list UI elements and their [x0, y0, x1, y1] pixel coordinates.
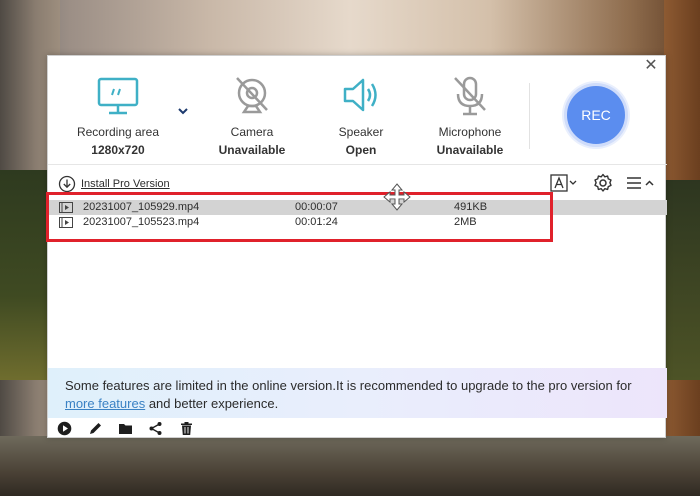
camera-off-icon [236, 77, 268, 114]
upgrade-notice: Some features are limited in the online … [48, 368, 667, 418]
source-value: Unavailable [436, 143, 504, 157]
source-microphone[interactable]: Microphone Unavailable [415, 74, 525, 157]
edit-icon[interactable] [88, 421, 103, 436]
file-duration: 00:00:07 [295, 201, 338, 213]
source-name: Recording area [76, 125, 160, 139]
source-value: Open [345, 143, 377, 157]
file-name: 20231007_105523.mp4 [83, 216, 200, 228]
text-format-icon[interactable] [550, 173, 580, 193]
table-row[interactable]: 20231007_105929.mp4 00:00:07 491KB [48, 200, 667, 215]
background-ground [0, 436, 700, 496]
source-speaker[interactable]: Speaker Open [306, 74, 416, 157]
source-name: Camera [230, 125, 274, 139]
divider [529, 83, 530, 149]
background-trees-left [0, 170, 50, 380]
source-name: Speaker [338, 125, 384, 139]
notice-text-after: and better experience. [145, 396, 279, 411]
settings-icon[interactable] [593, 173, 613, 193]
source-name: Microphone [438, 125, 502, 139]
install-pro-link[interactable]: Install Pro Version [58, 175, 170, 193]
source-recording-area[interactable]: Recording area 1280x720 [63, 74, 173, 157]
source-camera[interactable]: Camera Unavailable [197, 74, 307, 157]
delete-icon[interactable] [179, 421, 194, 436]
file-duration: 00:01:24 [295, 216, 338, 228]
source-value: 1280x720 [91, 143, 145, 157]
speaker-icon [343, 78, 377, 112]
recording-list: 20231007_105929.mp4 00:00:07 491KB 20231… [48, 198, 667, 368]
source-panel: Recording area 1280x720 Camera Unavailab… [48, 56, 667, 164]
bottom-toolbar [48, 418, 667, 439]
chevron-down-icon[interactable] [176, 104, 190, 118]
list-toolbar: Install Pro Version [48, 164, 667, 198]
video-file-icon [59, 202, 73, 213]
rec-button[interactable]: REC [567, 86, 625, 144]
play-icon[interactable] [57, 421, 72, 436]
source-value: Unavailable [218, 143, 286, 157]
file-size: 491KB [454, 201, 488, 213]
menu-icon[interactable] [625, 173, 657, 193]
file-name: 20231007_105929.mp4 [83, 201, 200, 213]
background-trees-right [664, 180, 700, 380]
move-cursor-icon [383, 183, 411, 211]
download-icon [58, 175, 76, 193]
share-icon[interactable] [148, 421, 163, 436]
recorder-window: ✕ Recording area 1280x720 Camera Unavail… [46, 55, 667, 439]
file-size: 2MB [454, 216, 477, 228]
notice-text: Some features are limited in the online … [65, 378, 632, 393]
install-pro-label: Install Pro Version [81, 178, 170, 190]
table-row[interactable]: 20231007_105523.mp4 00:01:24 2MB [48, 215, 667, 230]
video-file-icon [59, 217, 73, 228]
folder-icon[interactable] [118, 421, 133, 436]
monitor-icon [97, 77, 139, 115]
more-features-link[interactable]: more features [65, 396, 145, 411]
microphone-off-icon [454, 76, 486, 116]
